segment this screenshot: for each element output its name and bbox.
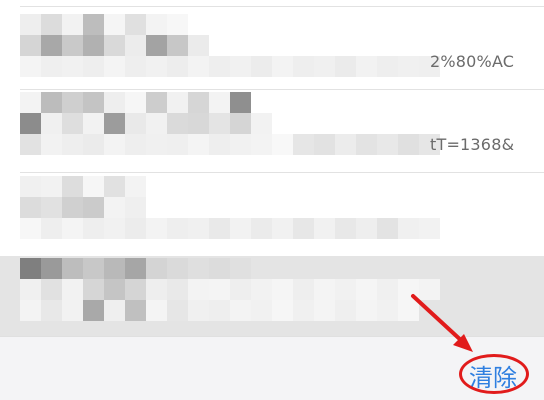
list-item[interactable] — [0, 173, 544, 255]
history-list: 2%80%AC tT=1368& — [0, 0, 544, 336]
annotation-circle — [459, 354, 529, 394]
url-suffix-text: tT=1368& — [430, 135, 515, 154]
list-item[interactable]: 2%80%AC — [0, 7, 544, 89]
list-item-selected[interactable] — [0, 256, 544, 336]
list-item[interactable]: tT=1368& — [0, 90, 544, 172]
url-suffix-text: 2%80%AC — [430, 52, 515, 71]
